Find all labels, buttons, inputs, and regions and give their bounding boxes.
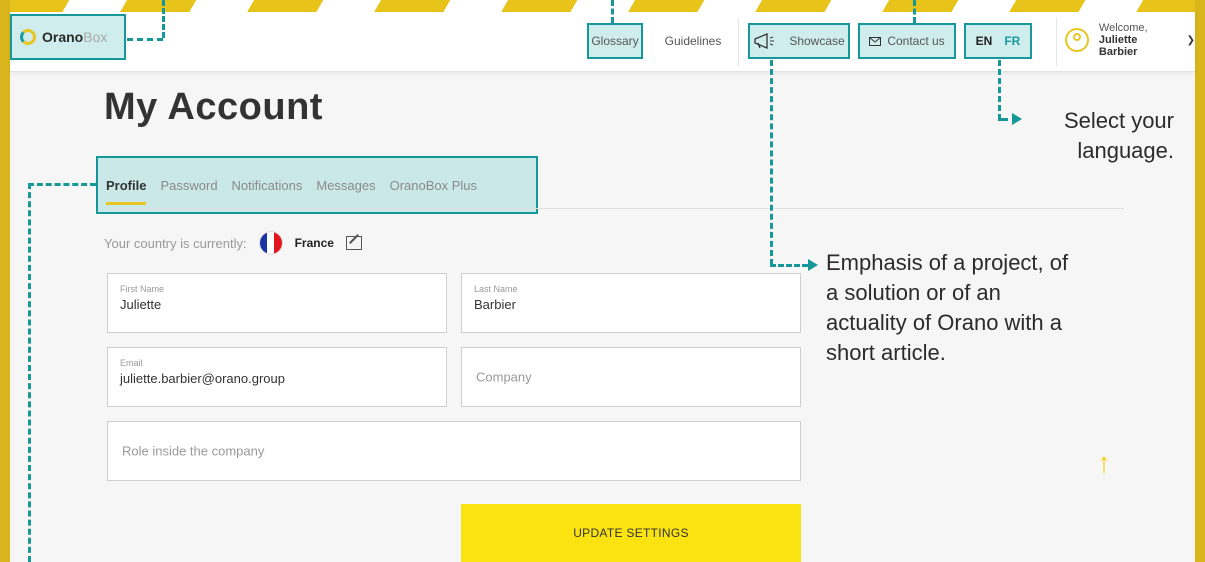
nav-divider <box>738 18 739 66</box>
email-label: Email <box>120 358 143 368</box>
france-flag-icon <box>258 231 283 255</box>
scroll-to-top-icon[interactable]: ↑ <box>1097 447 1111 479</box>
logo-text-box: Box <box>83 29 108 45</box>
welcome-text: Welcome, <box>1098 22 1148 34</box>
email-field[interactable]: Email juliette.barbier@orano.group <box>107 347 447 407</box>
nav-contact-link[interactable]: Contact us <box>858 23 956 59</box>
nav-glossary-link[interactable]: Glossary <box>587 23 643 59</box>
annotation-connector <box>998 60 1001 120</box>
role-field[interactable]: Role inside the company <box>107 421 801 481</box>
first-name-field[interactable]: First Name Juliette <box>107 273 447 333</box>
last-name-label: Last Name <box>474 284 518 294</box>
update-settings-button[interactable]: UPDATE SETTINGS <box>461 504 801 562</box>
country-name: France <box>294 236 334 250</box>
user-greeting: Welcome, Juliette Barbier <box>1099 22 1179 58</box>
decorative-border-left <box>0 0 10 562</box>
annotation-connector <box>127 38 163 41</box>
company-placeholder: Company <box>476 369 532 385</box>
language-en-option[interactable]: EN <box>976 34 993 48</box>
first-name-value: Juliette <box>120 297 162 312</box>
email-value: juliette.barbier@orano.group <box>120 371 285 386</box>
chevron-down-icon[interactable]: ❯ <box>1187 35 1195 46</box>
language-annotation-line: language. <box>1077 138 1174 163</box>
tab-password[interactable]: Password <box>160 178 217 193</box>
showcase-annotation-line: a solution or of an <box>826 280 1001 305</box>
last-name-value: Barbier <box>474 297 516 312</box>
annotation-connector <box>162 0 165 38</box>
account-tabs: Profile Password Notifications Messages … <box>96 156 538 214</box>
first-name-label: First Name <box>120 284 165 294</box>
user-avatar-icon <box>1065 28 1089 52</box>
tab-messages[interactable]: Messages <box>316 178 375 193</box>
language-fr-option[interactable]: FR <box>1004 34 1020 48</box>
orano-ring-icon <box>20 29 36 45</box>
showcase-annotation: Emphasis of a project, of a solution or … <box>826 248 1068 368</box>
tab-profile[interactable]: Profile <box>106 178 147 205</box>
annotation-connector <box>611 0 614 23</box>
top-navigation-bar: Orano Box Glossary Guidelines Showcase C… <box>10 12 1195 72</box>
nav-showcase-link[interactable]: Showcase <box>748 23 850 59</box>
envelope-icon <box>869 36 882 46</box>
showcase-annotation-line: actuality of Orano with a <box>826 310 1063 335</box>
annotation-connector <box>28 183 31 562</box>
language-selector[interactable]: EN FR <box>964 23 1032 59</box>
annotation-connector <box>998 118 1008 121</box>
country-row: Your country is currently: France <box>104 231 362 255</box>
company-field[interactable]: Company <box>461 347 801 407</box>
arrow-right-icon <box>808 259 818 271</box>
megaphone-icon <box>754 33 775 49</box>
orano-box-logo[interactable]: Orano Box <box>10 14 126 60</box>
country-prefix: Your country is currently: <box>104 235 247 251</box>
nav-guidelines-label: Guidelines <box>664 34 722 48</box>
showcase-annotation-line: Emphasis of a project, of <box>826 250 1069 275</box>
page-title: My Account <box>104 86 323 128</box>
arrow-right-icon <box>1012 113 1022 125</box>
annotation-connector <box>770 264 808 267</box>
tabs-divider <box>104 208 1124 209</box>
logo-text-orano: Orano <box>42 29 84 45</box>
showcase-annotation-line: short article. <box>826 340 946 365</box>
annotation-connector <box>28 183 96 186</box>
nav-contact-label: Contact us <box>887 34 945 48</box>
user-menu[interactable]: Welcome, Juliette Barbier ❯ <box>1065 18 1195 62</box>
user-name: Juliette Barbier <box>1098 34 1138 58</box>
tab-oranobox-plus[interactable]: OranoBox Plus <box>390 178 477 193</box>
role-placeholder: Role inside the company <box>122 443 265 459</box>
edit-icon[interactable] <box>345 236 362 250</box>
nav-glossary-label: Glossary <box>591 34 639 48</box>
nav-divider <box>1056 18 1057 66</box>
language-annotation: Select your language. <box>1024 106 1174 166</box>
language-annotation-line: Select your <box>1063 108 1174 133</box>
tab-notifications[interactable]: Notifications <box>232 178 303 193</box>
nav-guidelines-link[interactable]: Guidelines <box>658 23 728 59</box>
decorative-border-right <box>1195 0 1205 562</box>
annotation-connector <box>913 0 916 23</box>
annotation-connector <box>770 60 773 265</box>
last-name-field[interactable]: Last Name Barbier <box>461 273 801 333</box>
nav-showcase-label: Showcase <box>789 34 845 48</box>
